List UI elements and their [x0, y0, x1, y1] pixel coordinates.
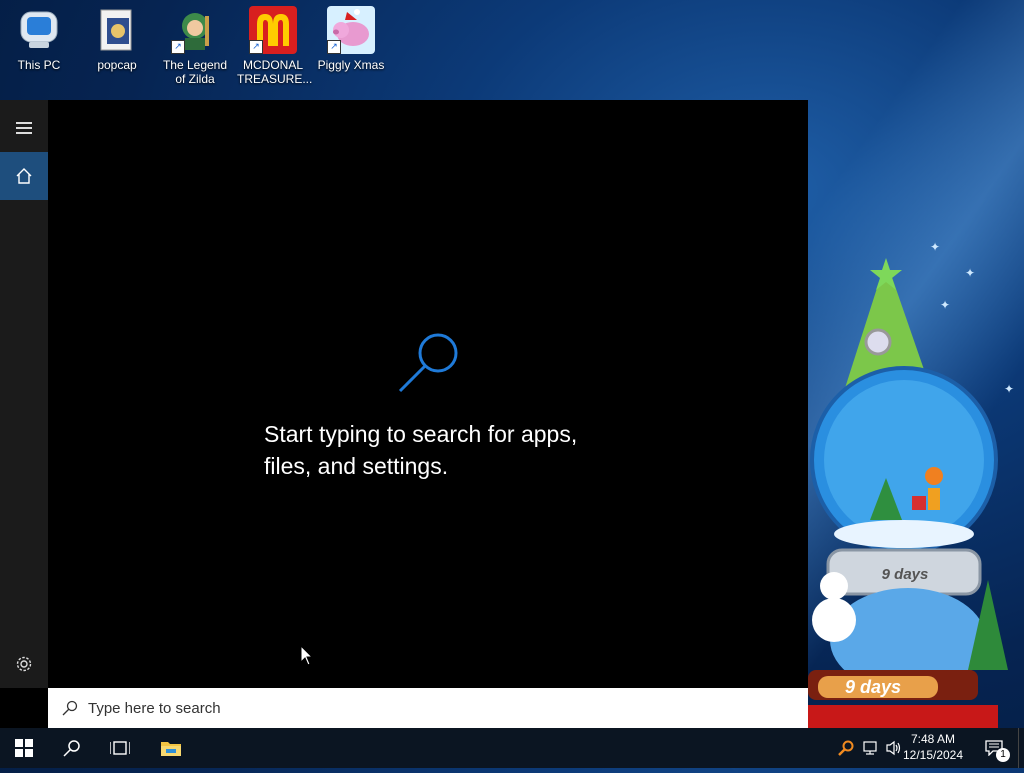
network-tray-button[interactable] — [858, 728, 882, 768]
search-icon — [62, 700, 78, 716]
taskbar: 7:48 AM 12/15/2024 1 — [0, 728, 1024, 768]
shortcut-arrow-icon: ↗ — [171, 40, 185, 54]
mouse-cursor-icon — [300, 645, 314, 666]
home-button[interactable] — [0, 152, 48, 200]
desktop-icon-popcap[interactable]: popcap — [81, 6, 153, 72]
windows-logo-icon — [15, 739, 33, 757]
network-icon — [863, 741, 877, 755]
hamburger-icon — [16, 119, 32, 137]
desktop-icon-this-pc[interactable]: This PC — [3, 6, 75, 72]
clock-date: 12/15/2024 — [902, 748, 964, 762]
snow-globe-decoration: 9 days 9 days — [808, 250, 1024, 730]
shortcut-arrow-icon: ↗ — [249, 40, 263, 54]
hamburger-menu-button[interactable] — [0, 104, 48, 152]
gear-icon — [16, 656, 32, 672]
countdown-label-top: 9 days — [881, 566, 929, 583]
legend-of-zilda-icon: ↗ — [171, 6, 219, 54]
file-explorer-button[interactable] — [147, 728, 195, 768]
action-center-button[interactable]: 1 — [980, 728, 1010, 768]
search-input[interactable]: Type here to search — [88, 700, 221, 717]
search-hero-icon — [398, 333, 458, 393]
piggly-xmas-icon: ↗ — [327, 6, 375, 54]
magnifier-tray-icon — [838, 740, 854, 756]
home-icon — [16, 168, 32, 184]
mcdonald-treasure-icon: ↗ — [249, 6, 297, 54]
clock-time: 7:48 AM — [910, 732, 956, 746]
search-hint-text: Start typing to search for apps, files, … — [264, 421, 578, 479]
this-pc-icon — [15, 6, 63, 54]
desktop-icon-piggly-xmas[interactable]: ↗ Piggly Xmas — [315, 6, 387, 72]
search-tray-button[interactable] — [834, 728, 858, 768]
settings-button[interactable] — [0, 640, 48, 688]
taskbar-clock[interactable]: 7:48 AM 12/15/2024 — [898, 731, 968, 763]
shortcut-arrow-icon: ↗ — [327, 40, 341, 54]
folder-icon — [161, 742, 181, 756]
start-side-rail — [0, 100, 48, 688]
task-view-icon — [110, 741, 130, 755]
task-view-button[interactable] — [96, 728, 144, 768]
popcap-folder-icon — [93, 6, 141, 54]
search-icon — [63, 740, 80, 757]
show-desktop-button[interactable] — [1018, 728, 1024, 768]
taskbar-search-box[interactable]: Type here to search — [48, 688, 808, 728]
notification-count-badge: 1 — [996, 748, 1010, 762]
desktop-icon-legend-of-zilda[interactable]: ↗ The Legend of Zilda — [159, 6, 231, 86]
desktop-icon-mcdonald-treasure[interactable]: ↗ MCDONAL TREASURE... — [237, 6, 312, 86]
taskbar-search-button[interactable] — [48, 728, 96, 768]
countdown-label-bottom: 9 days — [844, 677, 902, 697]
start-button[interactable] — [0, 728, 48, 768]
search-panel: Start typing to search for apps, files, … — [0, 100, 808, 728]
